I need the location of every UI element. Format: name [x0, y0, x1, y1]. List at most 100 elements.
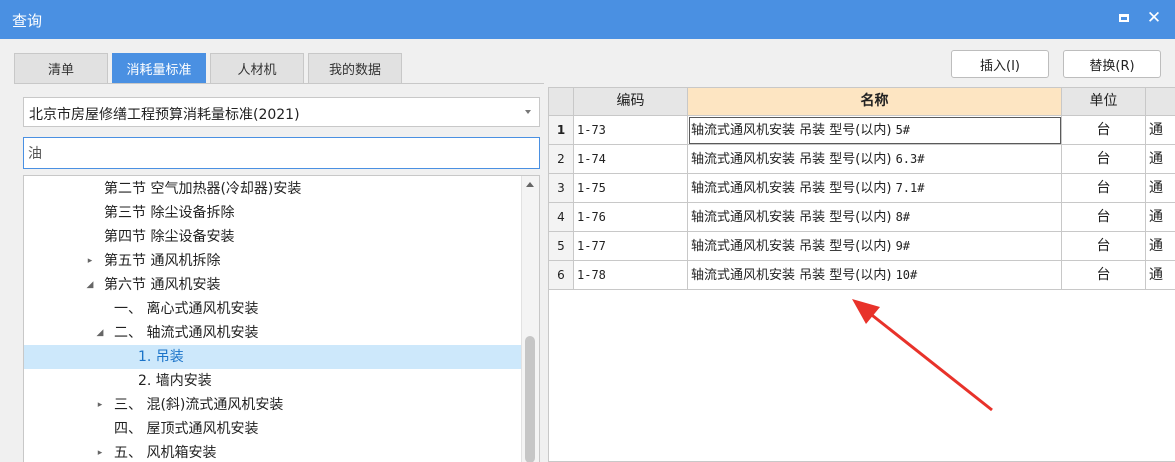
- tree-node[interactable]: ▸ 三、 混(斜)流式通风机安装: [24, 393, 522, 417]
- tree-node-label: 1. 吊装: [138, 349, 184, 365]
- insert-button[interactable]: 插入(I): [951, 50, 1049, 78]
- tree-node[interactable]: 第二节 空气加热器(冷却器)安装: [24, 177, 522, 201]
- expand-arrow-icon[interactable]: ▸: [94, 441, 106, 462]
- tree-node[interactable]: 一、 离心式通风机安装: [24, 297, 522, 321]
- spec-text: 5#: [895, 123, 911, 137]
- row-number: 3: [549, 174, 574, 203]
- code-cell[interactable]: 1-78: [574, 261, 688, 290]
- tree-node-label: 第五节 通风机拆除: [104, 253, 221, 269]
- extra-cell[interactable]: 通: [1146, 232, 1175, 261]
- name-text: 轴流式通风机安装 吊装 型号(以内): [691, 268, 892, 283]
- tree-node-label: 第四节 除尘设备安装: [104, 229, 235, 245]
- expand-arrow-icon[interactable]: ▸: [84, 249, 96, 273]
- row-number: 2: [549, 145, 574, 174]
- window-title: 查询: [12, 12, 43, 30]
- code-cell[interactable]: 1-77: [574, 232, 688, 261]
- name-cell[interactable]: 轴流式通风机安装 吊装 型号(以内) 10#: [688, 261, 1062, 290]
- tree-node-label: 五、 风机箱安装: [114, 445, 217, 461]
- tree-node-label: 第六节 通风机安装: [104, 277, 221, 293]
- tree-node[interactable]: ▸ 五、 风机箱安装: [24, 441, 522, 462]
- column-header-partial: [1146, 88, 1175, 116]
- name-cell[interactable]: 轴流式通风机安装 吊装 型号(以内) 8#: [688, 203, 1062, 232]
- name-cell[interactable]: 轴流式通风机安装 吊装 型号(以内) 9#: [688, 232, 1062, 261]
- tab-labor-material-machine[interactable]: 人材机: [210, 53, 304, 83]
- replace-button[interactable]: 替换(R): [1063, 50, 1161, 78]
- name-cell[interactable]: 轴流式通风机安装 吊装 型号(以内) 7.1#: [688, 174, 1062, 203]
- tree-node[interactable]: 四、 屋顶式通风机安装: [24, 417, 522, 441]
- tab-bill[interactable]: 清单: [14, 53, 108, 83]
- scroll-up-icon[interactable]: [526, 182, 534, 187]
- close-button[interactable]: ✕: [1144, 8, 1164, 28]
- tree-node[interactable]: 1. 吊装: [24, 345, 522, 369]
- standard-select[interactable]: 北京市房屋修缮工程预算消耗量标准(2021): [23, 97, 540, 127]
- tab-label: 我的数据: [328, 63, 381, 78]
- maximize-button[interactable]: [1114, 8, 1134, 28]
- column-header[interactable]: 编码: [574, 88, 688, 116]
- tab-consumption-standard[interactable]: 消耗量标准: [112, 53, 206, 83]
- collapse-arrow-icon[interactable]: ◢: [94, 321, 106, 345]
- row-number: 1: [549, 116, 574, 145]
- spec-text: 10#: [895, 268, 918, 282]
- title-bar: 查询 ✕: [0, 0, 1175, 39]
- spec-text: 7.1#: [895, 181, 925, 195]
- tree-node-label: 2. 墙内安装: [138, 373, 212, 389]
- table-row[interactable]: 4 1-76 轴流式通风机安装 吊装 型号(以内) 8# 台通: [549, 203, 1175, 232]
- tab-my-data[interactable]: 我的数据: [308, 53, 402, 83]
- code-cell[interactable]: 1-75: [574, 174, 688, 203]
- tree-node[interactable]: 2. 墙内安装: [24, 369, 522, 393]
- tab-divider: [14, 83, 544, 84]
- table-row[interactable]: 1 1-73 轴流式通风机安装 吊装 型号(以内) 5# 台通: [549, 116, 1175, 145]
- dialog-body: 清单 消耗量标准 人材机 我的数据 插入(I) 替换(R) 北京市房屋修缮工程预…: [0, 39, 1175, 462]
- code-cell[interactable]: 1-76: [574, 203, 688, 232]
- spec-text: 8#: [895, 210, 911, 224]
- chapter-tree: ▸ 五、 风机箱安装 四、 屋顶式通风机安装 ▸ 三、 混(斜)流式通风机安装 2. 墙内…: [23, 175, 540, 462]
- unit-cell[interactable]: 台: [1062, 174, 1146, 203]
- tab-label: 消耗量标准: [126, 63, 192, 78]
- table-row[interactable]: 3 1-75 轴流式通风机安装 吊装 型号(以内) 7.1# 台通: [549, 174, 1175, 203]
- extra-cell[interactable]: 通: [1146, 174, 1175, 203]
- extra-cell[interactable]: 通: [1146, 203, 1175, 232]
- unit-cell[interactable]: 台: [1062, 261, 1146, 290]
- standard-select-value: 北京市房屋修缮工程预算消耗量标准(2021): [29, 107, 300, 123]
- extra-cell[interactable]: 通: [1146, 261, 1175, 290]
- unit-cell[interactable]: 台: [1062, 232, 1146, 261]
- code-cell[interactable]: 1-74: [574, 145, 688, 174]
- collapse-arrow-icon[interactable]: ◢: [84, 273, 96, 297]
- spec-text: 9#: [895, 239, 911, 253]
- tree-node[interactable]: 第四节 除尘设备安装: [24, 225, 522, 249]
- tree-node[interactable]: ▸ 第五节 通风机拆除: [24, 249, 522, 273]
- unit-cell[interactable]: 台: [1062, 116, 1146, 145]
- extra-cell[interactable]: 通: [1146, 145, 1175, 174]
- table-row[interactable]: 2 1-74 轴流式通风机安装 吊装 型号(以内) 6.3# 台通: [549, 145, 1175, 174]
- tree-node[interactable]: 第三节 除尘设备拆除: [24, 201, 522, 225]
- name-text: 轴流式通风机安装 吊装 型号(以内): [691, 210, 892, 225]
- scrollbar-thumb[interactable]: [525, 336, 535, 462]
- column-header[interactable]: 单位: [1062, 88, 1146, 116]
- tree-scrollbar[interactable]: [521, 176, 539, 462]
- expand-arrow-icon[interactable]: ▸: [94, 393, 106, 417]
- tree-node[interactable]: ◢ 第六节 通风机安装: [24, 273, 522, 297]
- name-text: 轴流式通风机安装 吊装 型号(以内): [691, 123, 892, 138]
- extra-cell[interactable]: 通: [1146, 116, 1175, 145]
- row-number: 5: [549, 232, 574, 261]
- maximize-icon: [1119, 14, 1129, 22]
- column-header[interactable]: 名称: [688, 88, 1062, 116]
- unit-cell[interactable]: 台: [1062, 145, 1146, 174]
- name-cell[interactable]: 轴流式通风机安装 吊装 型号(以内) 5#: [688, 116, 1062, 145]
- chevron-down-icon[interactable]: [525, 110, 531, 114]
- tree-node-label: 四、 屋顶式通风机安装: [114, 421, 259, 437]
- tree-node-label: 三、 混(斜)流式通风机安装: [114, 397, 284, 413]
- tab-label: 人材机: [237, 63, 277, 78]
- search-input[interactable]: [23, 137, 540, 169]
- tree-node-label: 一、 离心式通风机安装: [114, 301, 259, 317]
- code-cell[interactable]: 1-73: [574, 116, 688, 145]
- tree-node[interactable]: ◢ 二、 轴流式通风机安装: [24, 321, 522, 345]
- table-row[interactable]: 6 1-78 轴流式通风机安装 吊装 型号(以内) 10# 台通: [549, 261, 1175, 290]
- row-number: 6: [549, 261, 574, 290]
- table-row[interactable]: 5 1-77 轴流式通风机安装 吊装 型号(以内) 9# 台通: [549, 232, 1175, 261]
- name-cell[interactable]: 轴流式通风机安装 吊装 型号(以内) 6.3#: [688, 145, 1062, 174]
- unit-cell[interactable]: 台: [1062, 203, 1146, 232]
- tree-node-label: 第三节 除尘设备拆除: [104, 205, 235, 221]
- name-text: 轴流式通风机安装 吊装 型号(以内): [691, 239, 892, 254]
- tab-label: 清单: [47, 63, 74, 78]
